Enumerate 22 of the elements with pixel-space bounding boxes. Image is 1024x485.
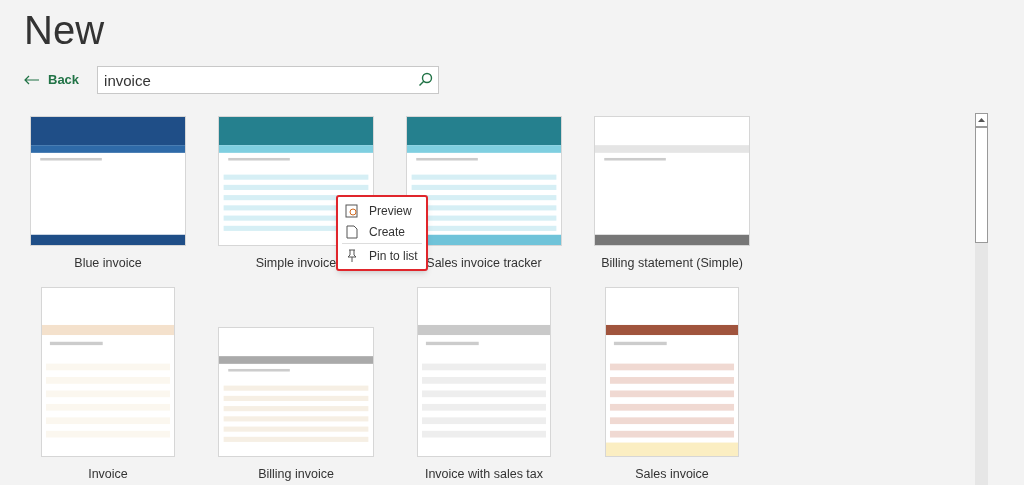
template-name[interactable]: Billing invoice <box>258 464 334 484</box>
up-arrow-icon <box>978 118 985 122</box>
preview-icon <box>345 203 359 218</box>
template-name[interactable]: Sales invoice <box>635 464 709 484</box>
scrollbar-thumb[interactable] <box>975 127 988 243</box>
template-name[interactable]: Invoice <box>88 464 128 484</box>
page-title: New <box>24 7 105 54</box>
menu-item[interactable]: Preview <box>338 200 426 221</box>
menu-item[interactable]: Create <box>338 221 426 242</box>
menu-item[interactable]: Pin to list <box>338 245 426 266</box>
search-icon <box>418 72 434 87</box>
scroll-up-button[interactable] <box>975 113 988 127</box>
template-name[interactable]: Sales invoice tracker <box>426 254 542 273</box>
back-button[interactable]: Back <box>24 70 80 90</box>
template-name[interactable]: Blue invoice <box>74 254 142 273</box>
pin-icon <box>346 248 358 263</box>
template-name[interactable]: Billing statement (Simple) <box>601 254 743 273</box>
template-name[interactable]: Invoice with sales tax <box>424 464 544 484</box>
template-name[interactable]: Simple invoice <box>255 254 337 273</box>
search-field[interactable]: invoice <box>97 66 440 94</box>
document-icon <box>346 224 358 239</box>
back-arrow-icon <box>24 75 40 85</box>
